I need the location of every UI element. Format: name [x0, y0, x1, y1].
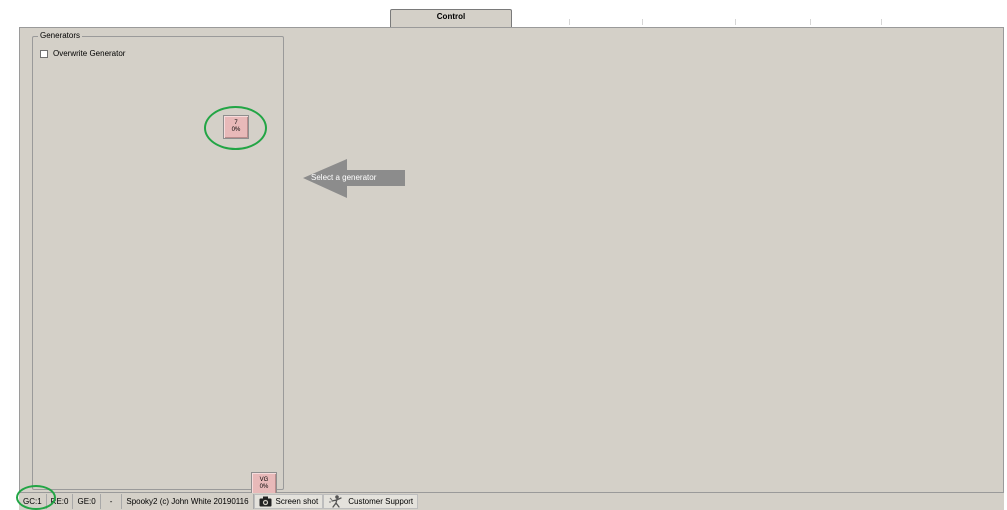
- generator-number: 7: [234, 120, 238, 126]
- screenshot-label: Screen shot: [275, 497, 319, 506]
- tab-control-label: Control: [436, 12, 466, 21]
- customer-support-button[interactable]: Customer Support: [323, 494, 419, 509]
- status-gc: GC:1: [19, 494, 47, 509]
- status-re: RE:0: [46, 494, 74, 509]
- copyright-text: Spooky2 (c) John White 20190116: [126, 497, 249, 506]
- dash-text: -: [109, 497, 113, 506]
- overwrite-generator-row[interactable]: Overwrite Generator: [40, 49, 125, 58]
- generators-title: Generators: [38, 31, 83, 41]
- tab-control[interactable]: Control: [390, 9, 512, 28]
- tab-divider: [735, 19, 736, 25]
- status-dash: -: [100, 494, 123, 509]
- status-copyright: Spooky2 (c) John White 20190116: [122, 494, 254, 509]
- camera-icon: [259, 496, 272, 507]
- overwrite-generator-checkbox[interactable]: [40, 49, 48, 58]
- generator-progress: 0%: [231, 127, 241, 133]
- generator-button-7[interactable]: 7 0%: [223, 115, 249, 139]
- customer-support-label: Customer Support: [348, 497, 414, 506]
- ge-count: GE:0: [77, 497, 96, 506]
- support-person-icon: [328, 495, 344, 508]
- generator-number: VG: [259, 477, 269, 483]
- screenshot-button[interactable]: Screen shot: [253, 494, 324, 509]
- overwrite-generator-label[interactable]: Overwrite Generator: [53, 49, 125, 58]
- tab-divider: [881, 19, 882, 25]
- status-ge: GE:0: [73, 494, 101, 509]
- tab-strip: Control: [0, 0, 1007, 28]
- generators-group: Generators Overwrite Generator: [32, 31, 284, 490]
- tab-divider: [642, 19, 643, 25]
- select-generator-hint: Select a generator: [311, 173, 377, 182]
- generator-progress: 0%: [259, 484, 269, 490]
- re-count: RE:0: [50, 497, 69, 506]
- status-bar: GC:1 RE:0 GE:0 - Spooky2 (c) John White …: [0, 493, 1007, 510]
- tab-divider: [810, 19, 811, 25]
- status-bar-items: GC:1 RE:0 GE:0 - Spooky2 (c) John White …: [19, 494, 419, 509]
- control-panel: Generators Overwrite Generator 7 0% VG 0…: [19, 27, 1004, 496]
- gc-count: GC:1: [23, 497, 42, 506]
- tab-divider: [569, 19, 570, 25]
